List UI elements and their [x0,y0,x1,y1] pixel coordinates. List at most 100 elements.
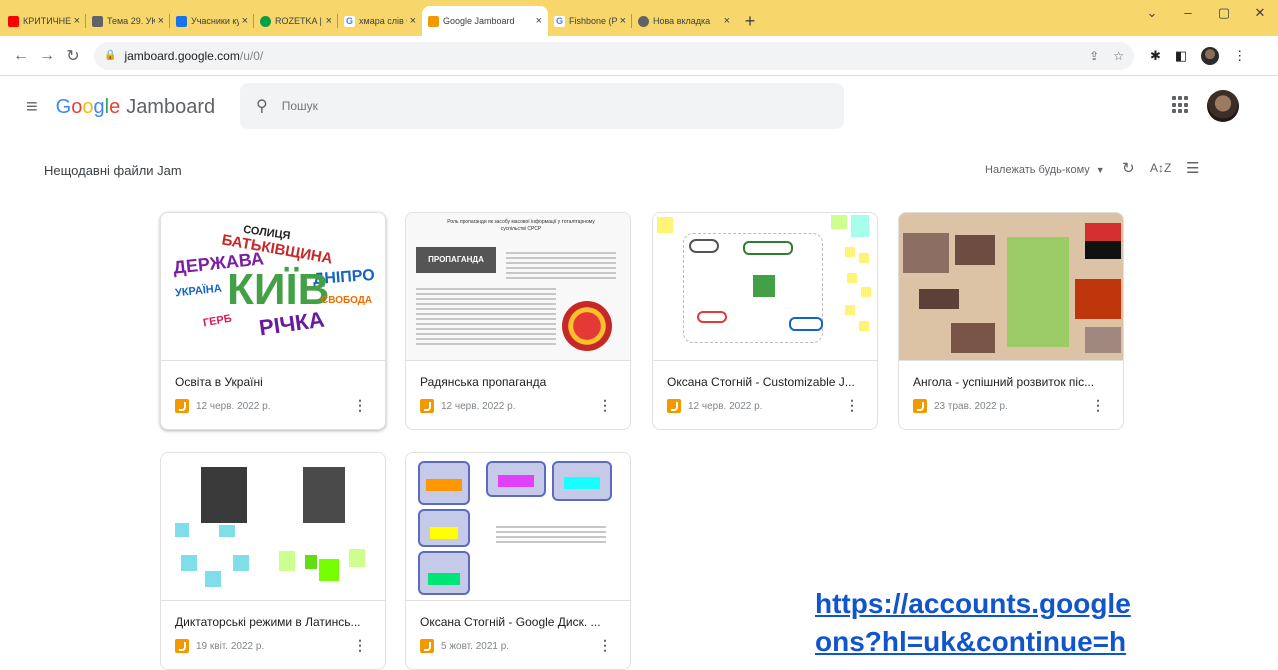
sticky-note [859,253,869,263]
close-tab-icon[interactable]: × [74,15,80,27]
file-card[interactable]: Роль пропаганди як засобу масової інформ… [405,212,631,430]
file-date: 12 черв. 2022 р. [441,400,516,412]
minimize-icon[interactable]: – [1170,0,1206,28]
map-thumbnail [1007,237,1069,347]
refresh-icon[interactable]: ↻ [1122,159,1135,177]
close-tab-icon[interactable]: × [242,15,248,27]
bookmark-star-icon[interactable]: ☆ [1113,49,1124,63]
angola-flag-icon [1085,223,1121,259]
jamboard-file-icon [420,639,434,653]
new-tab-button[interactable]: + [736,6,764,36]
file-meta: 5 жовт. 2021 р. [420,639,509,653]
file-meta: 12 черв. 2022 р. [667,399,762,413]
tab-search-icon[interactable]: ⌄ [1134,0,1170,28]
owner-filter-dropdown[interactable]: Належать будь-кому ▼ [985,164,1105,176]
back-icon[interactable]: ← [8,47,34,65]
close-window-icon[interactable]: ✕ [1242,0,1278,28]
browser-tab[interactable]: Тема 29. УКРАЇН× [86,6,170,36]
close-tab-icon[interactable]: × [158,15,164,27]
sticky-note [847,273,857,283]
close-tab-icon[interactable]: × [536,15,542,27]
browser-tab[interactable]: Gхмара слів батьк× [338,6,422,36]
close-tab-icon[interactable]: × [620,15,626,27]
forward-icon[interactable]: → [34,47,60,65]
browser-tab[interactable]: Учасники курсу× [170,6,254,36]
file-meta: 23 трав. 2022 р. [913,399,1008,413]
more-options-icon[interactable]: ⋮ [353,637,367,654]
more-options-icon[interactable]: ⋮ [598,397,612,414]
chrome-favicon-icon [638,15,649,27]
diagram-box [486,461,546,497]
more-options-icon[interactable]: ⋮ [845,397,859,414]
sticky-note [279,551,295,571]
omnibox[interactable]: 🔒 jamboard.google.com/u/0/ ⇪ ☆ [94,41,1134,70]
share-icon[interactable]: ⇪ [1089,49,1099,63]
browser-tab[interactable]: Нова вкладка × [632,6,736,36]
overlay-link-line-2: ons?hl=uk&continue=h [815,626,1127,657]
more-options-icon[interactable]: ⋮ [353,397,367,414]
file-card[interactable]: Диктаторські режими в Латинсь... 19 квіт… [160,452,386,670]
list-view-icon[interactable]: ☰ [1186,159,1199,177]
extensions-icon[interactable]: ✱ [1150,48,1161,64]
ussr-emblem-icon [562,301,612,351]
file-name: Оксана Стогній - Customizable J... [667,375,855,389]
more-options-icon[interactable]: ⋮ [1091,397,1105,414]
file-card[interactable]: Ангола - успішний розвиток піс... 23 тра… [898,212,1124,430]
file-card[interactable]: СОЛИЦЯ БАТЬКІВЩИНА ДЕРЖАВА ДНІПРО КИЇВ Р… [160,212,386,430]
photo-thumbnail [1075,279,1121,319]
photo-thumbnail [955,235,995,265]
sticky-note [861,287,871,297]
lock-icon[interactable]: 🔒 [104,50,116,61]
main-menu-icon[interactable]: ≡ [26,96,38,119]
site-favicon-icon [92,15,103,27]
browser-tab[interactable]: GFishbone (Рибяч× [548,6,632,36]
file-card[interactable]: Оксана Стогній - Customizable J... 12 че… [652,212,878,430]
sketch-shape [697,311,727,323]
google-jamboard-logo[interactable]: Google Jamboard [56,96,215,119]
jamboard-file-icon [913,399,927,413]
photo-thumbnail [919,289,959,309]
youtube-favicon-icon [8,15,19,27]
browser-tab-active[interactable]: Google Jamboard × [422,6,548,36]
sticky-note [831,215,847,229]
diagram-box [418,509,470,547]
file-meta: 19 квіт. 2022 р. [175,639,264,653]
sketch-shape [689,239,719,253]
sort-az-icon[interactable]: A↕Z [1150,161,1171,175]
search-input[interactable] [281,99,782,113]
google-favicon-icon: G [344,15,355,27]
account-avatar[interactable] [1207,90,1239,122]
browser-tab[interactable]: КРИТИЧНЕ МИС× [2,6,86,36]
sticky-note [845,305,855,315]
caret-down-icon: ▼ [1095,165,1105,175]
search-box[interactable]: ⚲ [240,83,844,129]
photo-thumbnail [903,233,949,273]
file-card[interactable]: Оксана Стогній - Google Диск. ... 5 жовт… [405,452,631,670]
google-apps-icon[interactable] [1172,96,1190,114]
close-tab-icon[interactable]: × [326,15,332,27]
photo-thumbnail [951,323,995,353]
diagram-box [552,461,612,501]
sticky-note [175,523,189,537]
overlay-link[interactable]: https://accounts.google ons?hl=uk&contin… [815,585,1278,661]
more-options-icon[interactable]: ⋮ [598,637,612,654]
sticky-note [219,525,235,537]
file-thumbnail [899,213,1123,361]
browser-tab[interactable]: ROZETKA | Підп× [254,6,338,36]
browser-menu-icon[interactable]: ⋮ [1233,48,1246,64]
url-path: /u/0/ [239,48,264,63]
text-lines [496,523,606,546]
jamboard-favicon-icon [428,15,439,27]
profile-avatar-icon[interactable] [1201,46,1220,65]
text-lines [416,285,556,348]
file-thumbnail: СОЛИЦЯ БАТЬКІВЩИНА ДЕРЖАВА ДНІПРО КИЇВ Р… [161,213,385,361]
file-date: 12 черв. 2022 р. [688,400,763,412]
close-tab-icon[interactable]: × [724,15,730,27]
jamboard-header: ≡ Google Jamboard ⚲ [0,76,1278,138]
side-panel-icon[interactable]: ◧ [1175,48,1187,64]
search-icon[interactable]: ⚲ [256,96,268,116]
reload-icon[interactable]: ↻ [60,46,86,66]
sticky-note [349,549,365,567]
maximize-icon[interactable]: ▢ [1206,0,1242,28]
close-tab-icon[interactable]: × [410,15,416,27]
